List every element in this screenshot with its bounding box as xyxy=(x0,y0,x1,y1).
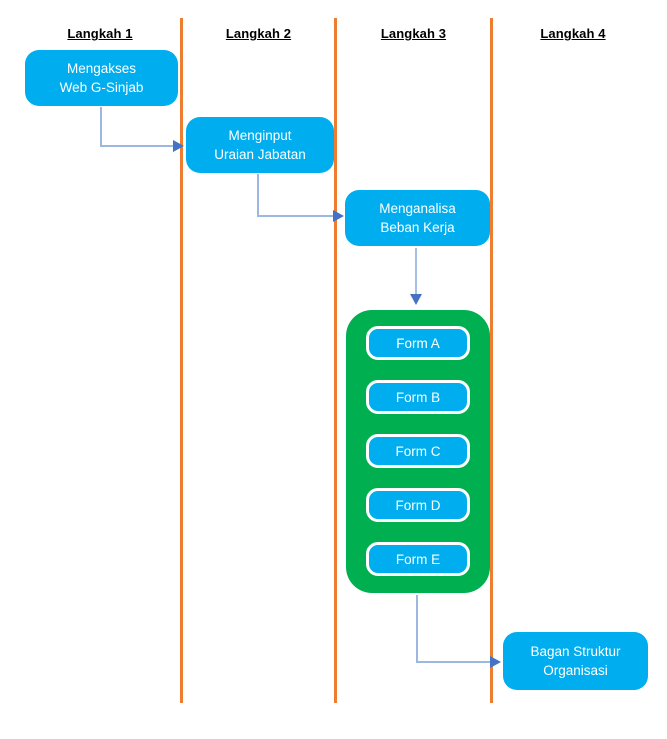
node-line-1: Mengakses xyxy=(66,61,137,76)
node-line-2: Beban Kerja xyxy=(380,220,455,235)
column-divider-3 xyxy=(490,18,493,703)
node-line-2: Web G-Sinjab xyxy=(59,80,144,95)
flowchart-canvas: Langkah 1 Langkah 2 Langkah 3 Langkah 4 … xyxy=(0,0,667,739)
node-label-wrap: Menganalisa Beban Kerja xyxy=(379,199,456,237)
column-header-langkah-1: Langkah 1 xyxy=(67,26,133,41)
column-divider-2 xyxy=(334,18,337,703)
node-line-2: Uraian Jabatan xyxy=(214,147,306,162)
connector-4-arrowhead-icon xyxy=(490,656,501,668)
node-label-wrap: Bagan Struktur Organisasi xyxy=(530,642,620,680)
node-mengakses-web-g-sinjab[interactable]: Mengakses Web G-Sinjab xyxy=(25,50,178,106)
form-pill-label: Form C xyxy=(395,443,441,459)
form-pill-a[interactable]: Form A xyxy=(366,326,470,360)
node-line-1: Menginput xyxy=(228,128,292,143)
node-menginput-uraian-jabatan[interactable]: Menginput Uraian Jabatan xyxy=(186,117,334,173)
connector-1-arrowhead-icon xyxy=(173,140,184,152)
node-label-wrap: Menginput Uraian Jabatan xyxy=(214,126,306,164)
column-header-langkah-4: Langkah 4 xyxy=(540,26,606,41)
node-line-1: Bagan Struktur xyxy=(530,644,621,659)
node-bagan-struktur-organisasi[interactable]: Bagan Struktur Organisasi xyxy=(503,632,648,690)
form-pill-label: Form A xyxy=(396,335,440,351)
form-pill-b[interactable]: Form B xyxy=(366,380,470,414)
connector-2-vertical xyxy=(257,174,259,217)
node-line-1: Menganalisa xyxy=(379,201,456,216)
form-pill-label: Form D xyxy=(395,497,441,513)
form-pill-label: Form E xyxy=(395,551,441,567)
column-divider-1 xyxy=(180,18,183,703)
connector-1-horizontal xyxy=(100,145,175,147)
connector-1-vertical xyxy=(100,107,102,147)
form-pill-e[interactable]: Form E xyxy=(366,542,470,576)
form-pill-c[interactable]: Form C xyxy=(366,434,470,468)
node-menganalisa-beban-kerja[interactable]: Menganalisa Beban Kerja xyxy=(345,190,490,246)
node-label-wrap: Mengakses Web G-Sinjab xyxy=(60,59,144,97)
column-header-langkah-3: Langkah 3 xyxy=(380,26,447,41)
connector-3-vertical xyxy=(415,248,417,297)
node-line-2: Organisasi xyxy=(543,663,608,678)
form-pill-label: Form B xyxy=(395,389,441,405)
connector-2-arrowhead-icon xyxy=(333,210,344,222)
column-header-langkah-2: Langkah 2 xyxy=(225,26,292,41)
connector-4-vertical xyxy=(416,595,418,663)
connector-2-horizontal xyxy=(257,215,335,217)
form-group-container: Form A Form B Form C Form D Form E xyxy=(346,310,490,593)
connector-4-horizontal xyxy=(416,661,492,663)
form-pill-d[interactable]: Form D xyxy=(366,488,470,522)
connector-3-arrowhead-icon xyxy=(410,294,422,305)
